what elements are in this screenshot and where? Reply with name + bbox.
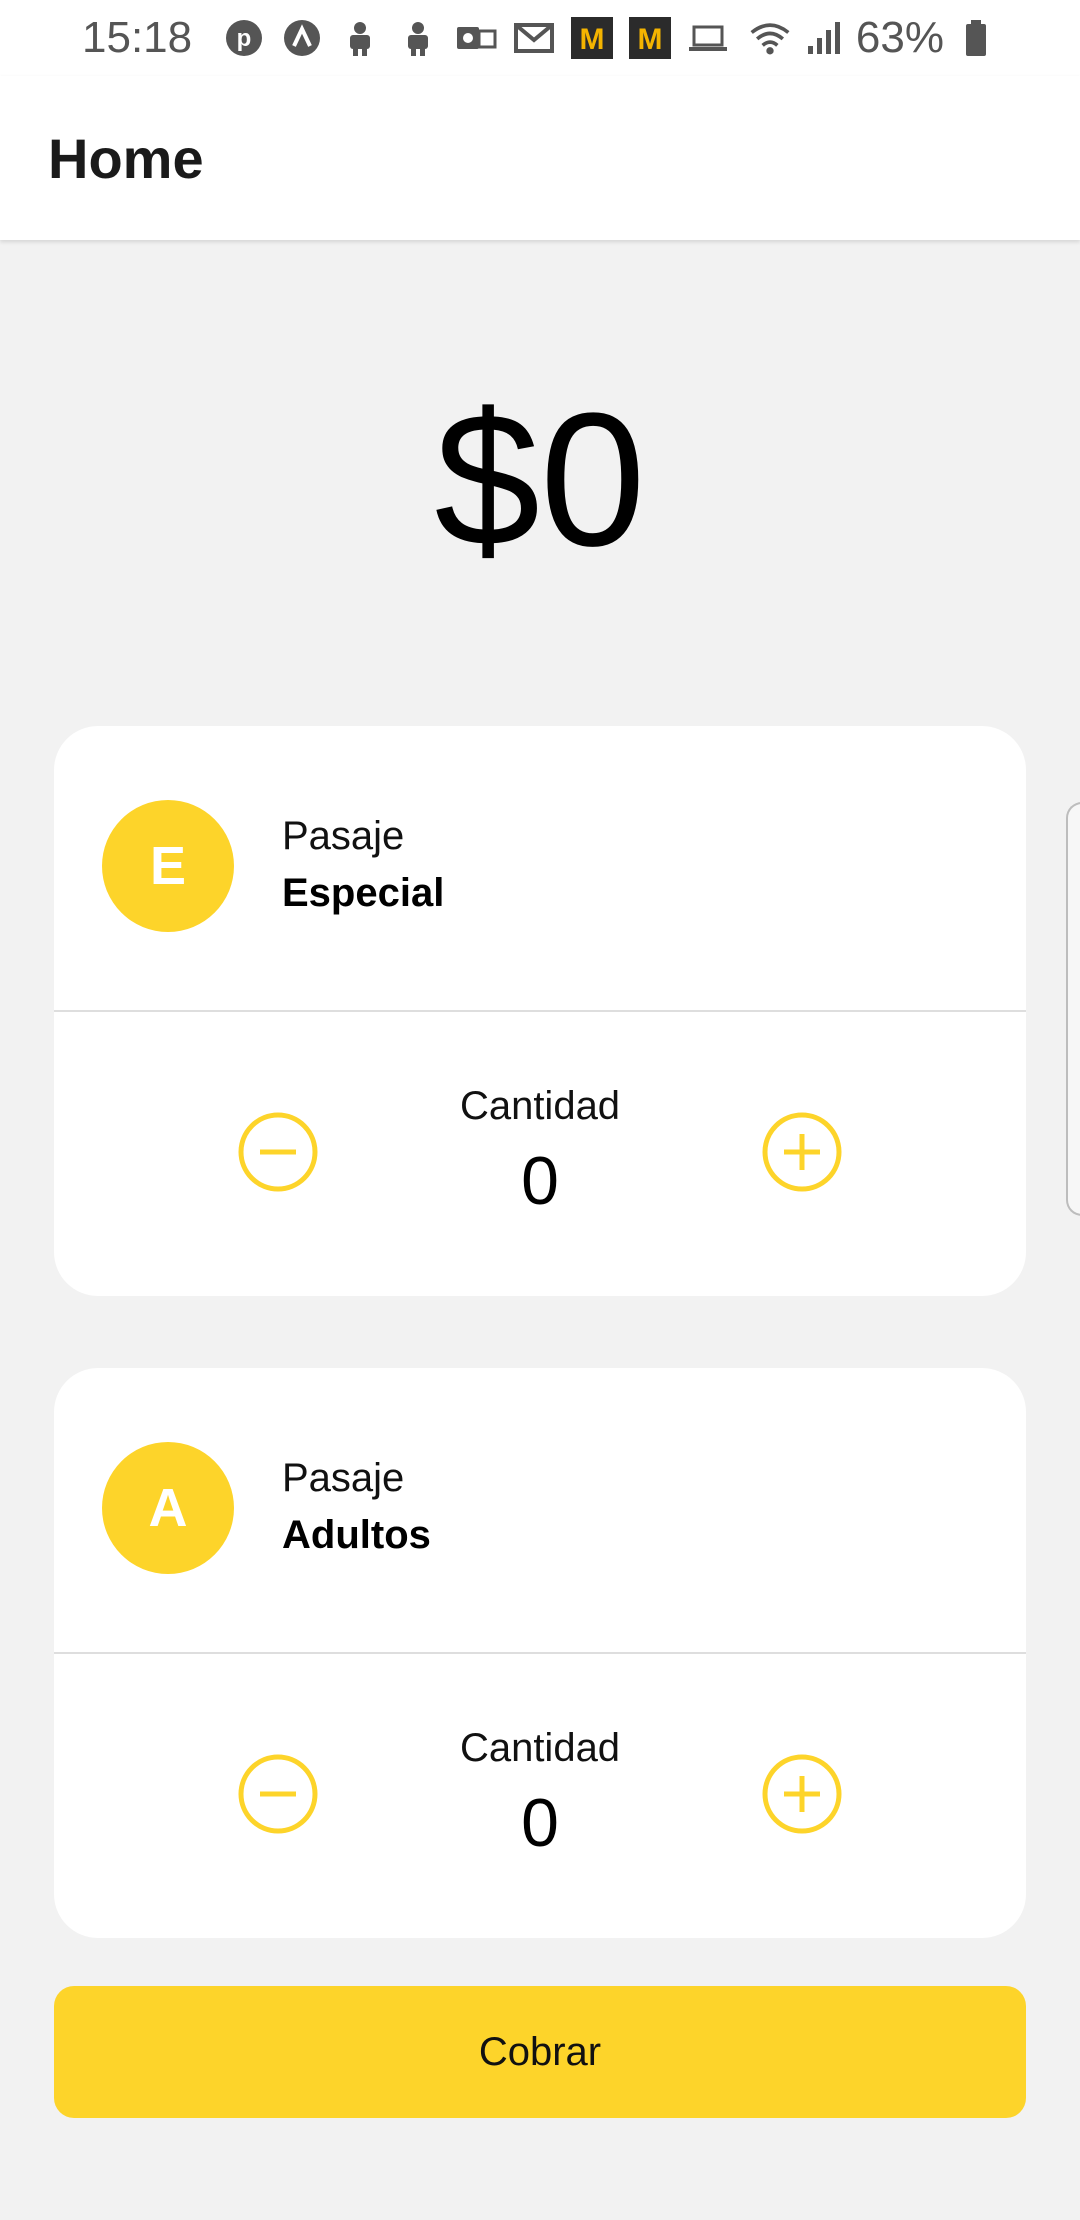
page-title: Home bbox=[48, 126, 204, 190]
android-robot-icon bbox=[396, 16, 440, 60]
quantity-label: Cantidad bbox=[459, 1084, 621, 1128]
signal-icon bbox=[802, 16, 846, 60]
app-bar: Home bbox=[0, 76, 1080, 240]
ticket-avatar: E bbox=[102, 800, 234, 932]
svg-text:p: p bbox=[237, 25, 252, 52]
ticket-type: Adultos bbox=[282, 1513, 431, 1557]
battery-icon bbox=[954, 16, 998, 60]
battery-percent: 63% bbox=[855, 13, 944, 62]
gmail-icon bbox=[512, 16, 556, 60]
wifi-icon bbox=[748, 16, 792, 60]
ticket-label: Pasaje bbox=[282, 1456, 405, 1500]
ticket-card-header: E Pasaje Especial bbox=[54, 726, 1026, 1012]
svg-text:M: M bbox=[638, 23, 663, 56]
ticket-card-adultos: A Pasaje Adultos Cantidad 0 bbox=[54, 1368, 1026, 1938]
increment-button[interactable] bbox=[760, 1752, 844, 1836]
quantity-stepper: Cantidad 0 bbox=[54, 1654, 1026, 1938]
ticket-card-especial: E Pasaje Especial Cantidad 0 bbox=[54, 726, 1026, 1296]
ticket-card-header: A Pasaje Adultos bbox=[54, 1368, 1026, 1654]
edge-panel-handle[interactable] bbox=[1066, 802, 1080, 1216]
quantity-stepper: Cantidad 0 bbox=[54, 1012, 1026, 1296]
quantity-label: Cantidad bbox=[459, 1726, 621, 1770]
laptop-icon bbox=[686, 16, 730, 60]
quantity-value: 0 bbox=[521, 1143, 559, 1219]
total-amount: $0 bbox=[434, 374, 646, 586]
m-app-icon: M bbox=[628, 16, 672, 60]
charge-button[interactable]: Cobrar bbox=[54, 1986, 1026, 2118]
quantity-value: 0 bbox=[521, 1785, 559, 1861]
ticket-type: Especial bbox=[282, 871, 445, 915]
m-app-icon: M bbox=[570, 16, 614, 60]
plus-circle-icon bbox=[762, 1754, 842, 1834]
outlook-icon bbox=[454, 16, 498, 60]
ticket-label: Pasaje bbox=[282, 814, 405, 858]
arrow-app-icon bbox=[280, 16, 324, 60]
status-time: 15:18 bbox=[82, 13, 193, 62]
status-bar: 15:18 p M M 63% bbox=[0, 0, 1080, 76]
increment-button[interactable] bbox=[760, 1110, 844, 1194]
svg-text:M: M bbox=[580, 23, 605, 56]
plus-circle-icon bbox=[762, 1112, 842, 1192]
pinterest-icon: p bbox=[222, 16, 266, 60]
android-robot-icon bbox=[338, 16, 382, 60]
ticket-avatar: A bbox=[102, 1442, 234, 1574]
